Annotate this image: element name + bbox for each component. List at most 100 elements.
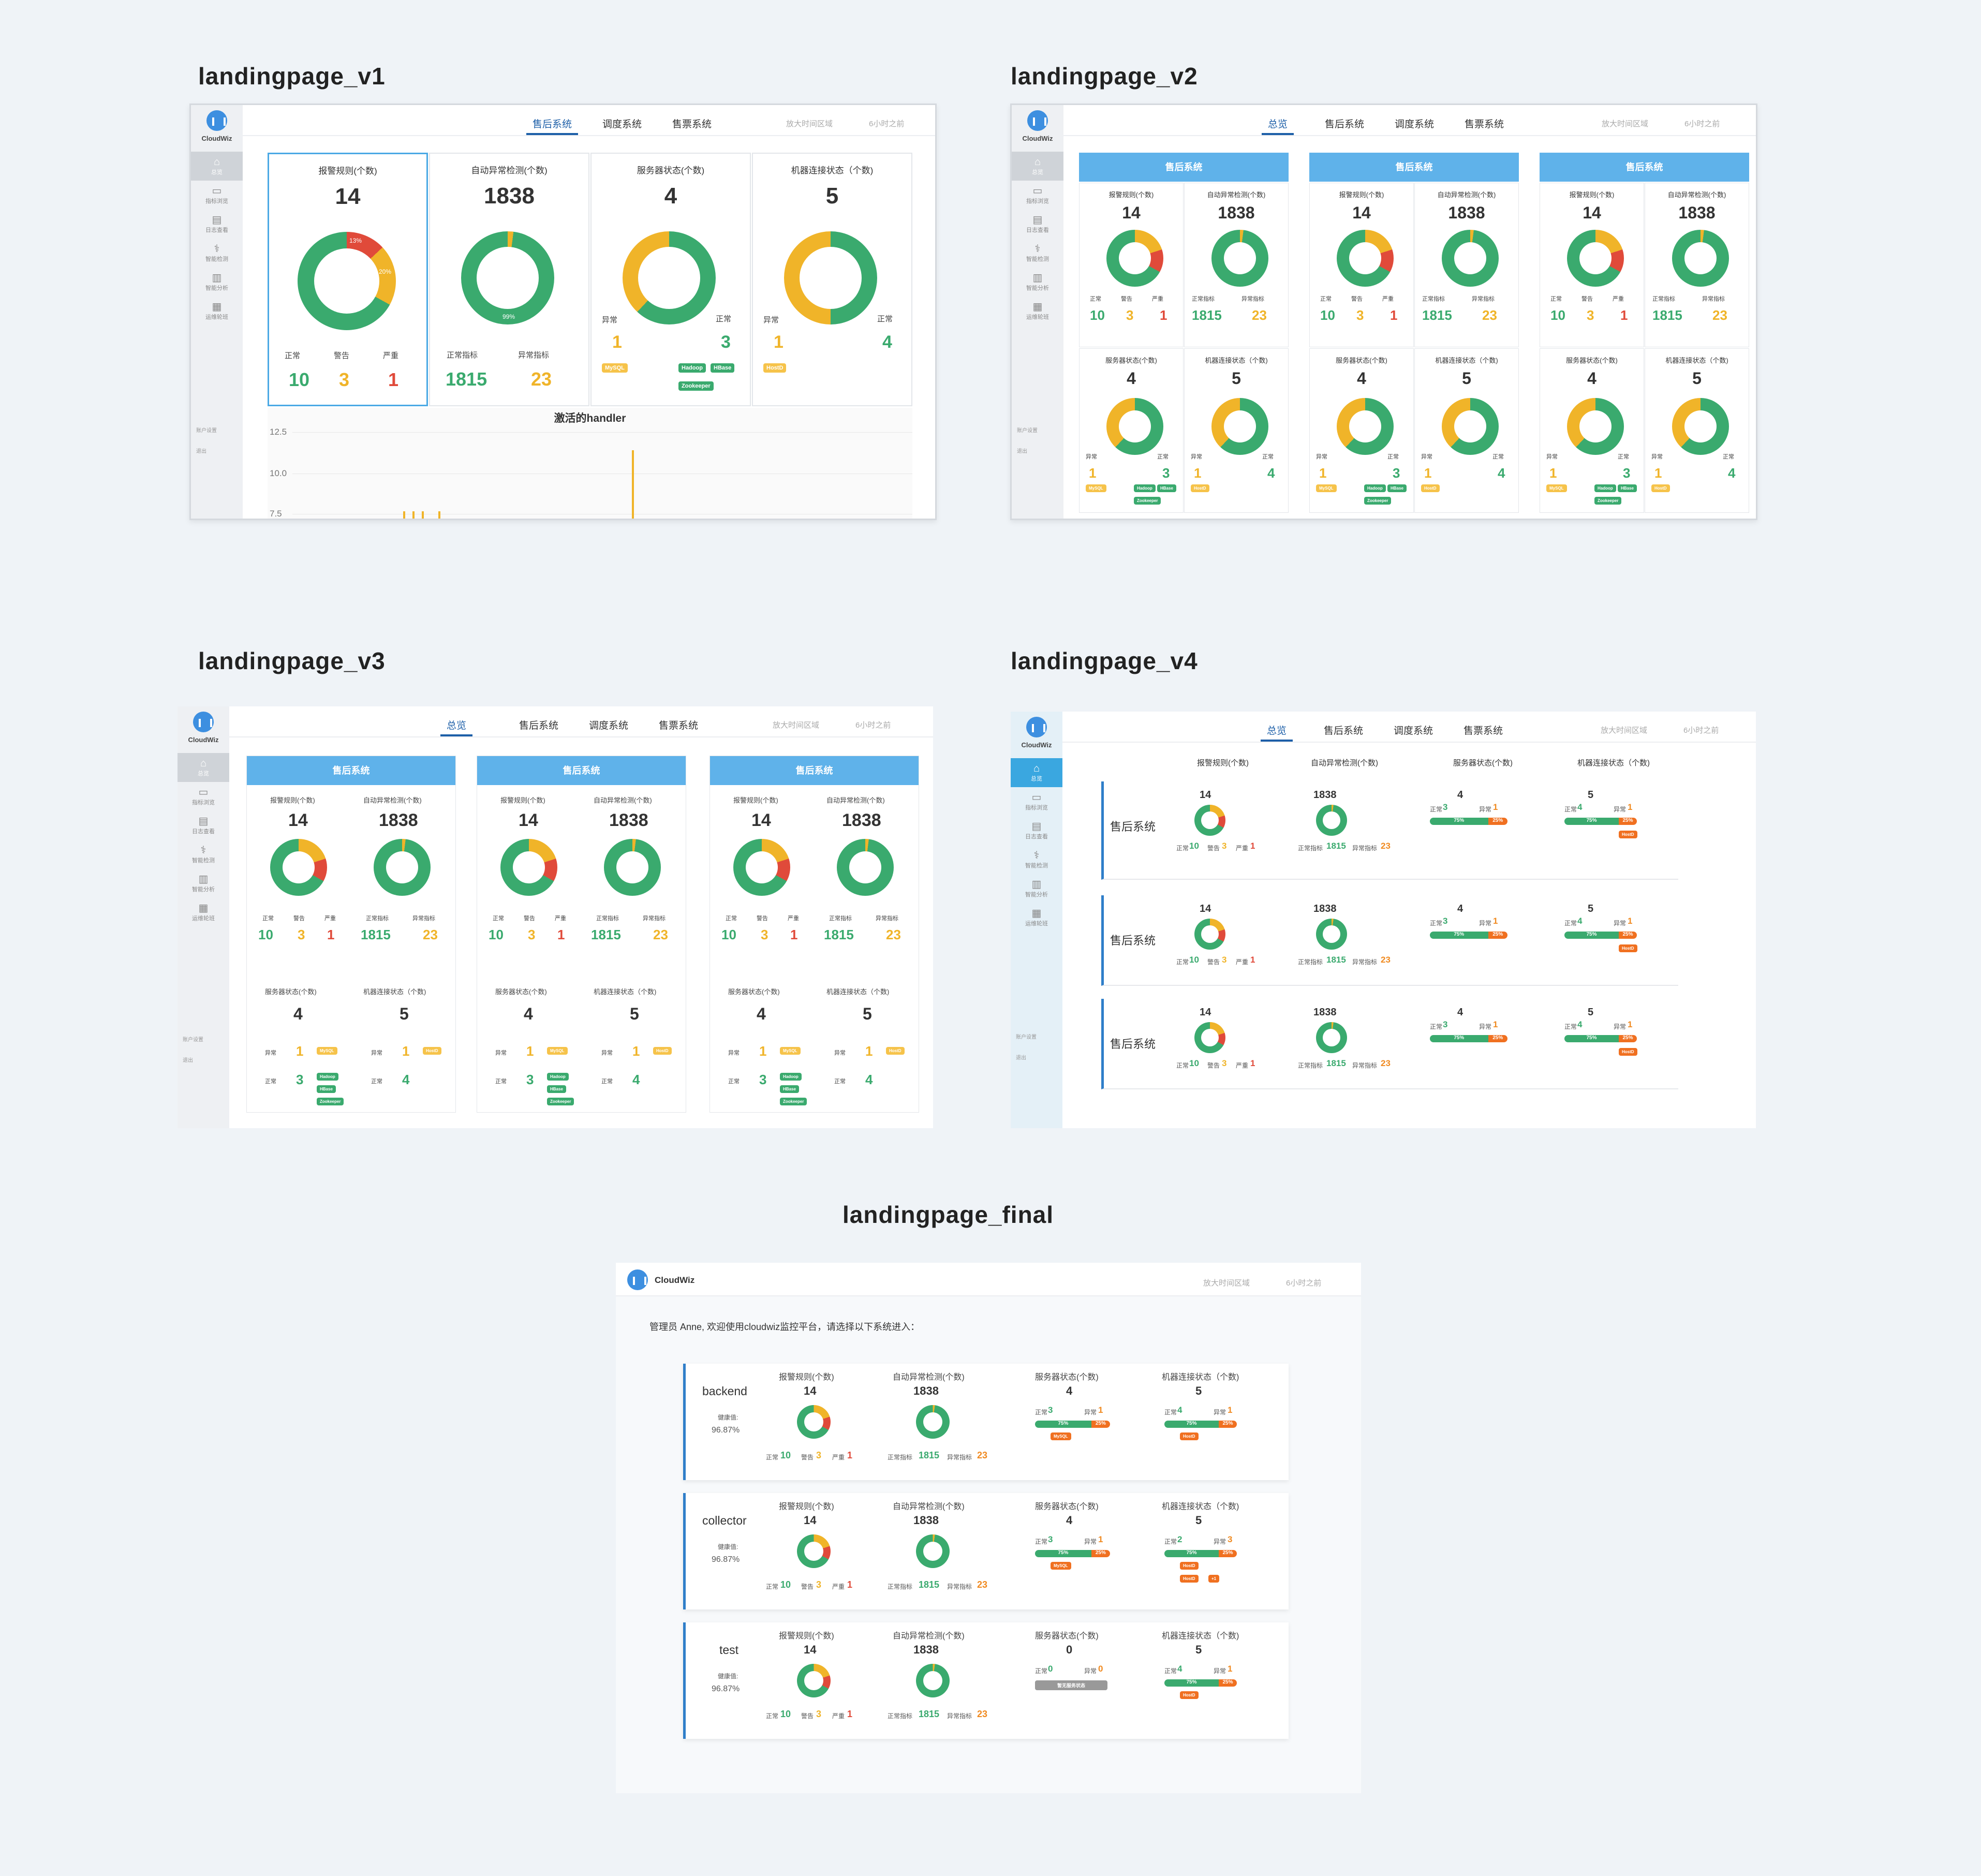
tab-ticket[interactable]: 售票系统 (1463, 723, 1503, 737)
tag-more[interactable]: +1 (1208, 1575, 1220, 1583)
machine-card[interactable]: 机器连接状态（个数) 5 异常 正常 1 4 HostD (752, 153, 912, 406)
tab-dispatch[interactable]: 调度系统 (602, 116, 642, 130)
tag-hbase[interactable]: HBase (711, 363, 735, 373)
tag-hostd[interactable]: HostD (1619, 1048, 1637, 1056)
time-range[interactable]: 6小时之前 (855, 719, 891, 730)
tag-hadoop[interactable]: Hadoop (1594, 484, 1616, 492)
sidebar-item-schedule[interactable]: ▦ 运维轮班 (191, 297, 243, 326)
tag-mysql[interactable]: MySQL (1316, 484, 1337, 492)
sidebar-item-overview[interactable]: ⌂ 总览 (191, 152, 243, 181)
sidebar-item-logs[interactable]: ▤ 日志查看 (178, 811, 229, 840)
tab-dispatch[interactable]: 调度系统 (589, 718, 628, 732)
tag-hostd[interactable]: HostD (763, 363, 787, 373)
tag-hbase[interactable]: HBase (1387, 484, 1407, 492)
metric-card[interactable]: 服务器状态(个数) 4 异常 正常 1 3 MySQL Hadoop HBase Zookeepe… (1309, 348, 1414, 513)
metric-card[interactable]: 报警规则(个数) 14 正常 警告 严重 10 3 1 (1309, 183, 1414, 347)
metric-card[interactable]: 机器连接状态（个数) 5 异常 正常 1 4 HostD (1645, 348, 1749, 513)
account-settings[interactable]: 账户设置 (1017, 426, 1038, 434)
system-header[interactable]: 售后系统 (1079, 153, 1289, 182)
metric-card[interactable]: 自动异常检测(个数) 1838 正常指标 异常指标 1815 23 (1184, 183, 1289, 347)
tab-ticket[interactable]: 售票系统 (1465, 116, 1504, 130)
tag-hostd[interactable]: HostD (423, 1047, 441, 1055)
sidebar-item-detection[interactable]: ⚕ 智能检测 (191, 239, 243, 268)
sidebar-item-analysis[interactable]: ▥ 智能分析 (1011, 874, 1062, 903)
tab-aftersales[interactable]: 售后系统 (1324, 723, 1363, 737)
time-range[interactable]: 6小时之前 (1286, 1277, 1321, 1288)
zoom-link[interactable]: 放大时间区域 (773, 719, 819, 730)
alarm-card[interactable]: 报警规则(个数) 14 67% 13% 20% 正常 警告 严重 10 3 1 (268, 153, 428, 406)
sidebar-item-metrics[interactable]: ▭ 指标浏览 (1011, 787, 1062, 816)
tab-dispatch[interactable]: 调度系统 (1394, 723, 1433, 737)
tab-ticket[interactable]: 售票系统 (659, 718, 698, 732)
system-header[interactable]: 售后系统 (1540, 153, 1749, 182)
tag-hadoop[interactable]: Hadoop (780, 1073, 802, 1081)
tag-mysql[interactable]: MySQL (1086, 484, 1106, 492)
tag-hostd[interactable]: HostD (1421, 484, 1440, 492)
tag-hadoop[interactable]: Hadoop (317, 1073, 338, 1081)
tag-hadoop[interactable]: Hadoop (547, 1073, 569, 1081)
sidebar-item-overview[interactable]: ⌂ 总览 (1011, 758, 1062, 787)
zoom-link[interactable]: 放大时间区域 (786, 118, 833, 129)
tab-aftersales[interactable]: 售后系统 (1325, 116, 1364, 130)
metric-card[interactable]: 机器连接状态（个数) 5 异常 正常 1 4 HostD (1184, 348, 1289, 513)
tag-zookeeper[interactable]: Zookeeper (547, 1098, 574, 1105)
sidebar-item-analysis[interactable]: ▥ 智能分析 (191, 268, 243, 297)
anomaly-card[interactable]: 自动异常检测(个数) 1838 99% 正常指标 异常指标 1815 23 (429, 153, 589, 406)
server-card[interactable]: 服务器状态(个数) 4 异常 正常 1 3 MySQL Hadoop HBase… (590, 153, 751, 406)
tag-hostd[interactable]: HostD (1619, 831, 1637, 838)
tag-mysql[interactable]: MySQL (1051, 1562, 1071, 1570)
tag-hostd[interactable]: HostD (1191, 484, 1209, 492)
sidebar-item-metrics[interactable]: ▭ 指标浏览 (1012, 181, 1063, 210)
system-panel[interactable]: 售后系统 报警规则(个数) 自动异常检测(个数) 14 1838 正常 警告 严重 正常指标 异常… (246, 756, 456, 1113)
tag-hostd[interactable]: HostD (1180, 1562, 1199, 1570)
system-header[interactable]: 售后系统 (710, 756, 919, 785)
system-panel[interactable]: 售后系统 报警规则(个数) 自动异常检测(个数) 14 1838 正常 警告 严重 正常指标 异常… (709, 756, 919, 1113)
sidebar-item-detection[interactable]: ⚕ 智能检测 (178, 840, 229, 869)
tag-mysql[interactable]: MySQL (1546, 484, 1567, 492)
tag-hbase[interactable]: HBase (1157, 484, 1176, 492)
tag-hbase[interactable]: HBase (547, 1085, 566, 1093)
tag-hadoop[interactable]: Hadoop (678, 363, 706, 373)
account-settings[interactable]: 账户设置 (183, 1035, 203, 1043)
tag-hostd[interactable]: HostD (653, 1047, 672, 1055)
account-settings[interactable]: 账户设置 (196, 426, 217, 434)
tag-hostd[interactable]: HostD (1651, 484, 1670, 492)
system-header[interactable]: 售后系统 (1309, 153, 1519, 182)
system-row[interactable]: backend 健康值: 96.87% 报警规则(个数) 自动异常检测(个数) 服务器状态… (683, 1364, 1289, 1480)
metric-card[interactable]: 自动异常检测(个数) 1838 正常指标 异常指标 1815 23 (1645, 183, 1749, 347)
tab-overview[interactable]: 总览 (1261, 116, 1294, 135)
tab-aftersales[interactable]: 售后系统 (519, 718, 558, 732)
sidebar-item-detection[interactable]: ⚕ 智能检测 (1012, 239, 1063, 268)
tag-hadoop[interactable]: Hadoop (1134, 484, 1156, 492)
system-header[interactable]: 售后系统 (247, 756, 455, 785)
tag-mysql[interactable]: MySQL (1051, 1432, 1071, 1440)
sidebar-item-detection[interactable]: ⚕ 智能检测 (1011, 845, 1062, 874)
zoom-link[interactable]: 放大时间区域 (1203, 1277, 1250, 1288)
tag-hostd[interactable]: HostD (1180, 1691, 1199, 1699)
tab-ticket[interactable]: 售票系统 (672, 116, 712, 130)
system-row[interactable]: 售后系统 14 1838 4 5 正常 10 警告 3 严重 1 正常指标 1815 异常指标 23 正常 3 异… (1101, 895, 1678, 986)
tag-hostd[interactable]: HostD (1180, 1575, 1199, 1583)
system-row[interactable]: 售后系统 14 1838 4 5 正常 10 警告 3 严重 1 正常指标 1815 异常指标 23 正常 3 异… (1101, 999, 1678, 1089)
sidebar-item-analysis[interactable]: ▥ 智能分析 (1012, 268, 1063, 297)
zoom-link[interactable]: 放大时间区域 (1602, 118, 1648, 129)
account-settings[interactable]: 账户设置 (1016, 1032, 1037, 1040)
tag-zookeeper[interactable]: Zookeeper (780, 1098, 807, 1105)
tag-mysql[interactable]: MySQL (602, 363, 628, 373)
metric-card[interactable]: 报警规则(个数) 14 正常 警告 严重 10 3 1 (1079, 183, 1184, 347)
sidebar-item-logs[interactable]: ▤ 日志查看 (1012, 210, 1063, 239)
logout[interactable]: 退出 (183, 1056, 193, 1063)
sidebar-item-schedule[interactable]: ▦ 运维轮班 (1011, 903, 1062, 932)
tag-mysql[interactable]: MySQL (547, 1047, 568, 1055)
time-range[interactable]: 6小时之前 (1684, 118, 1720, 129)
logout[interactable]: 退出 (1016, 1053, 1026, 1061)
tag-hostd[interactable]: HostD (1180, 1432, 1199, 1440)
tag-zookeeper[interactable]: Zookeeper (1134, 497, 1161, 505)
sidebar-item-overview[interactable]: ⌂ 总览 (1012, 152, 1063, 181)
tag-hadoop[interactable]: Hadoop (1364, 484, 1386, 492)
metric-card[interactable]: 自动异常检测(个数) 1838 正常指标 异常指标 1815 23 (1414, 183, 1519, 347)
metric-card[interactable]: 服务器状态(个数) 4 异常 正常 1 3 MySQL Hadoop HBase Zookeepe… (1079, 348, 1184, 513)
system-header[interactable]: 售后系统 (477, 756, 686, 785)
sidebar-item-metrics[interactable]: ▭ 指标浏览 (191, 181, 243, 210)
sidebar-item-overview[interactable]: ⌂ 总览 (178, 753, 229, 782)
